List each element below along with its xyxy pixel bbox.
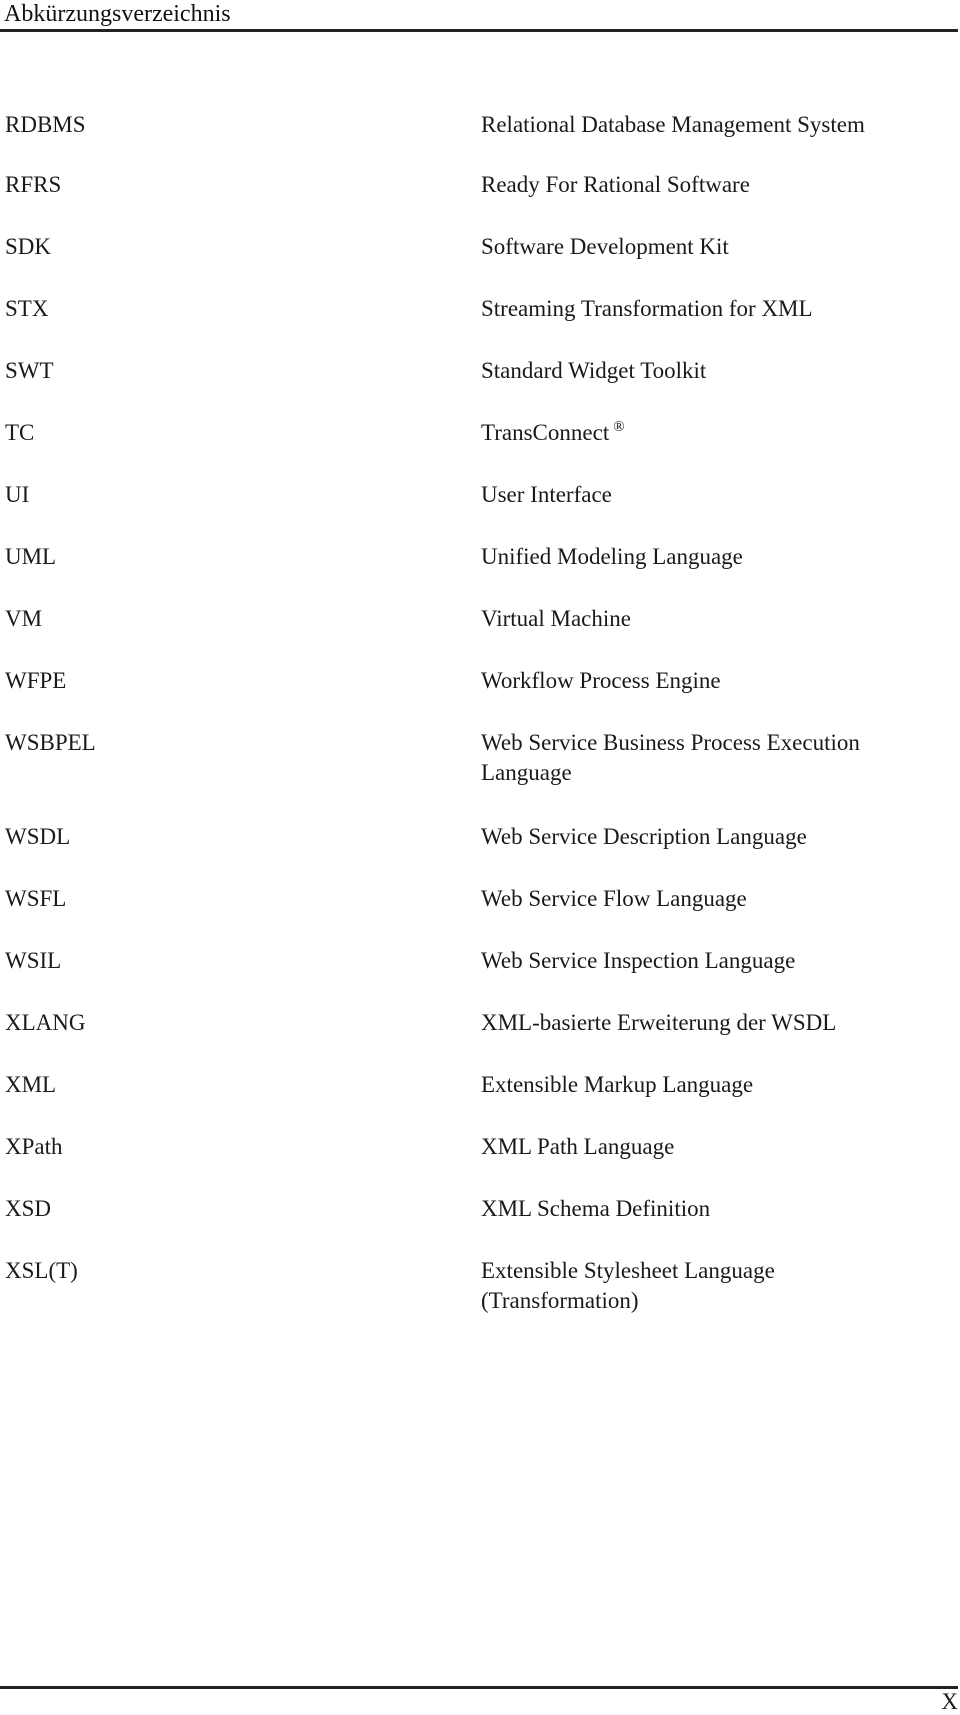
abbreviation: SDK (5, 234, 52, 259)
page-number: X (941, 1689, 958, 1714)
definition: Streaming Transformation for XML (481, 296, 813, 321)
definition: TransConnect ® (481, 418, 951, 448)
registered-trademark-icon: ® (613, 419, 625, 435)
definition: Relational Database Management System (481, 112, 865, 137)
abbreviation: XSD (5, 1196, 52, 1221)
abbreviation: RFRS (5, 172, 62, 197)
definition: User Interface (481, 482, 612, 507)
definition: Web Service Inspection Language (481, 948, 796, 973)
header-divider (0, 29, 958, 32)
abbreviation: UML (5, 544, 57, 569)
definition: Web Service Business Process Execution L… (481, 730, 860, 785)
abbreviation: WFPE (5, 668, 67, 693)
abbreviation: XSL(T) (5, 1258, 78, 1283)
abbreviation: XLANG (5, 1010, 86, 1035)
abbreviation: XML (5, 1072, 57, 1097)
definition: Virtual Machine (481, 606, 631, 631)
abbreviation: RDBMS (5, 112, 86, 137)
abbreviation: SWT (5, 358, 54, 383)
definition: Software Development Kit (481, 234, 729, 259)
definition: Extensible Markup Language (481, 1072, 754, 1097)
page-title: Abkürzungsverzeichnis (4, 1, 231, 27)
footer-divider (0, 1686, 958, 1689)
definition: Workflow Process Engine (481, 668, 721, 693)
definition: Extensible Stylesheet Language (Transfor… (481, 1258, 775, 1313)
definition: Ready For Rational Software (481, 172, 750, 197)
definition: XML Path Language (481, 1134, 675, 1159)
abbreviation: XPath (5, 1134, 63, 1159)
abbreviation: TC (5, 420, 35, 445)
abbreviation: STX (5, 296, 49, 321)
abbreviation: WSIL (5, 948, 62, 973)
definition: Web Service Flow Language (481, 886, 747, 911)
abbreviation: VM (5, 606, 43, 631)
definition: Standard Widget Toolkit (481, 358, 707, 383)
definition: XML Schema Definition (481, 1196, 711, 1221)
abbreviation: WSFL (5, 886, 67, 911)
abbreviation: WSBPEL (5, 730, 96, 755)
definition-text: TransConnect (481, 420, 610, 445)
abbreviation: UI (5, 482, 30, 507)
definition: Web Service Description Language (481, 824, 807, 849)
abbreviation: WSDL (5, 824, 71, 849)
definition: XML-basierte Erweiterung der WSDL (481, 1010, 837, 1035)
definition: Unified Modeling Language (481, 544, 743, 569)
